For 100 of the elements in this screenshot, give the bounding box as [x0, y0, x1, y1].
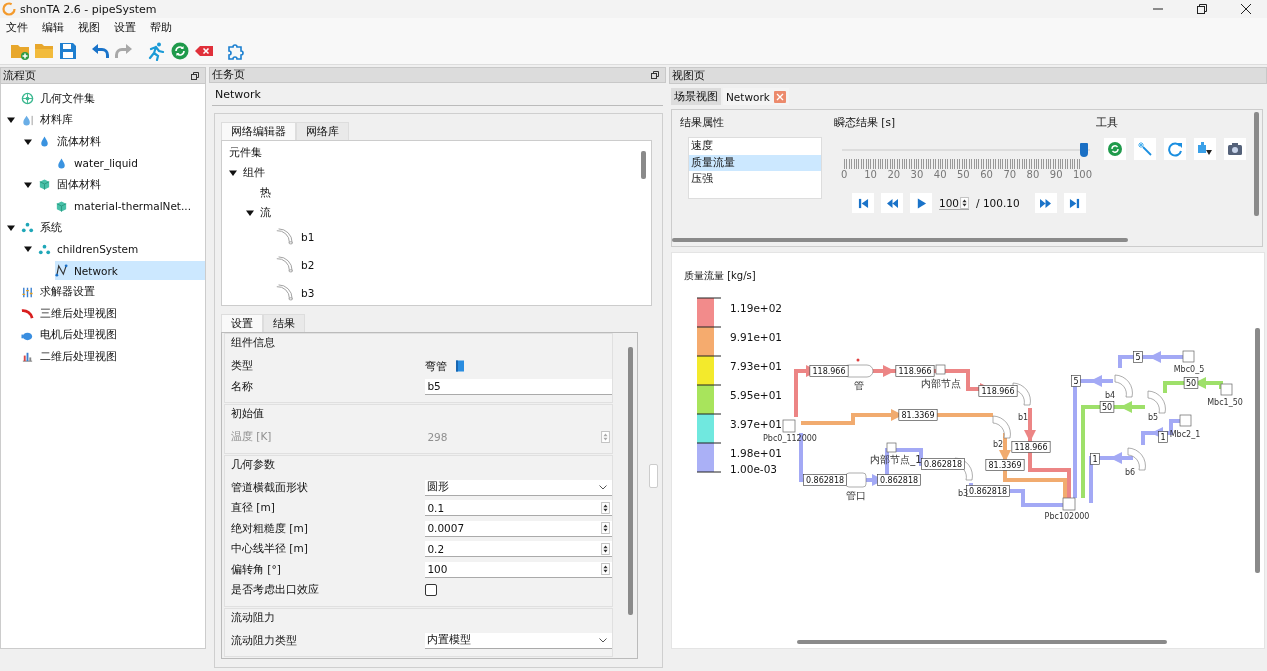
menu-item[interactable]: 帮助	[150, 20, 172, 35]
tree-item[interactable]: 系统	[21, 218, 205, 238]
dropdown[interactable]: 圆形	[425, 479, 612, 496]
scrollbar-thumb[interactable]	[1254, 112, 1259, 216]
menu-item[interactable]: 文件	[6, 20, 28, 35]
scrollbar-thumb[interactable]	[628, 347, 633, 615]
spin-field[interactable]: 0.2	[425, 541, 612, 558]
tree-item[interactable]: b3	[275, 284, 315, 302]
tick-label: 20	[887, 169, 901, 180]
first-frame-button[interactable]	[852, 193, 874, 213]
fast-forward-button[interactable]	[1034, 193, 1057, 213]
frame-spin-field[interactable]: 100	[939, 196, 970, 210]
expand-arrow-icon[interactable]	[7, 116, 15, 125]
spin-field[interactable]: 0.1	[425, 500, 612, 517]
tree-item[interactable]: b1	[275, 228, 315, 246]
tree-item[interactable]: 三维后处理视图	[21, 304, 205, 324]
legend-label: 1.00e-03	[730, 463, 777, 475]
tree-item[interactable]: 流	[260, 206, 271, 220]
menu-item[interactable]: 编辑	[42, 20, 64, 35]
expand-arrow-icon[interactable]	[24, 245, 32, 254]
reload-button[interactable]	[1164, 138, 1186, 160]
plugin-button[interactable]	[1194, 138, 1216, 160]
expand-arrow-icon[interactable]	[7, 223, 15, 232]
tree-item[interactable]: childrenSystem	[38, 239, 205, 259]
dropdown[interactable]: 内置模型	[425, 632, 612, 649]
tree-item[interactable]: 热	[260, 186, 271, 200]
reload-icon	[1167, 141, 1183, 157]
tab[interactable]: 场景视图	[671, 88, 721, 105]
list-item[interactable]: 质量流量	[689, 154, 821, 171]
list-item[interactable]: 速度	[689, 138, 821, 155]
refresh-button[interactable]	[1104, 138, 1126, 160]
tree-item[interactable]: 流体材料	[38, 132, 205, 152]
input-field[interactable]: b5	[425, 378, 612, 395]
save-icon[interactable]	[58, 40, 78, 61]
group-title: 几何参数	[230, 456, 276, 472]
spin-arrows-icon[interactable]	[601, 542, 610, 555]
field-label: 是否考虑出口效应	[231, 583, 320, 598]
spin-arrows-icon[interactable]	[601, 563, 610, 576]
camera-button[interactable]	[1224, 138, 1246, 160]
spin-arrows-icon[interactable]	[960, 196, 970, 209]
expand-arrow-icon[interactable]	[24, 137, 32, 146]
menu-item[interactable]: 视图	[78, 20, 100, 35]
tree-item[interactable]: 二维后处理视图	[21, 347, 205, 367]
window-title: shonTA 2.6 - pipeSystem	[20, 2, 157, 16]
tree-item[interactable]: 材料库	[21, 110, 205, 130]
field-label: 绝对粗糙度 [m]	[231, 521, 309, 536]
expand-arrow-icon[interactable]	[229, 169, 237, 177]
running-figure-icon[interactable]	[146, 40, 166, 61]
play-icon	[915, 197, 927, 209]
tab[interactable]: 网络库	[296, 122, 349, 140]
float-icon[interactable]	[191, 71, 199, 80]
spin-field[interactable]: 0.0007	[425, 520, 612, 537]
time-slider[interactable]	[842, 143, 1090, 157]
tab[interactable]: 结果	[263, 314, 305, 332]
legend-label: 3.97e+01	[730, 418, 782, 430]
checkbox[interactable]	[425, 584, 438, 597]
scrollbar-thumb[interactable]	[1255, 328, 1260, 573]
menu-item[interactable]: 设置	[114, 20, 136, 35]
tree-item[interactable]: Network	[55, 261, 205, 281]
play-button[interactable]	[910, 193, 932, 213]
scrollbar-thumb[interactable]	[797, 640, 1167, 644]
node	[782, 419, 796, 433]
refresh-icon[interactable]	[170, 40, 190, 61]
restore-icon[interactable]	[1197, 4, 1207, 14]
field-label: 中心线半径 [m]	[231, 542, 309, 557]
flow-value-label: 81.3369	[898, 409, 938, 421]
spin-field[interactable]: 100	[425, 561, 612, 578]
tree-item[interactable]: 组件	[243, 166, 265, 180]
magic-wand-button[interactable]	[1134, 138, 1156, 160]
list-item[interactable]: 压强	[689, 171, 821, 188]
tree-item[interactable]: 几何文件集	[21, 89, 205, 109]
spin-arrows-icon[interactable]	[601, 501, 610, 514]
splitter-handle[interactable]	[649, 464, 658, 488]
float-icon[interactable]	[651, 71, 659, 79]
expand-arrow-icon[interactable]	[246, 209, 254, 217]
tick-label: 100	[1073, 169, 1093, 180]
rewind-button[interactable]	[881, 193, 903, 213]
flow-value-label: 0.862818	[877, 474, 921, 486]
tree-item[interactable]: water_liquid	[55, 153, 205, 173]
tree-item[interactable]: 固体材料	[38, 175, 205, 195]
slider-thumb[interactable]	[1080, 143, 1088, 157]
tree-item[interactable]: b2	[275, 256, 315, 274]
expand-arrow-icon[interactable]	[24, 180, 32, 189]
last-frame-button[interactable]	[1063, 193, 1086, 213]
tab[interactable]: 网络编辑器	[221, 122, 296, 140]
node	[1182, 350, 1195, 363]
tab[interactable]: Network	[723, 88, 789, 105]
scrollbar-thumb[interactable]	[641, 151, 646, 179]
tree-item[interactable]: 元件集	[229, 146, 262, 160]
tab[interactable]: 设置	[221, 314, 263, 332]
node-label: Pbc102000	[1044, 512, 1090, 521]
node-label: Mbc1_50	[1207, 398, 1243, 407]
spin-arrows-icon[interactable]	[601, 522, 610, 535]
scrollbar-thumb[interactable]	[672, 238, 1128, 242]
tree-item[interactable]: material-thermalNet...	[55, 196, 205, 216]
tree-item[interactable]: 求解器设置	[21, 282, 205, 302]
section-title: 结果属性	[680, 116, 725, 130]
cube-icon	[38, 178, 51, 192]
tree-item[interactable]: 电机后处理视图	[21, 325, 205, 345]
close-icon[interactable]	[1241, 4, 1251, 14]
